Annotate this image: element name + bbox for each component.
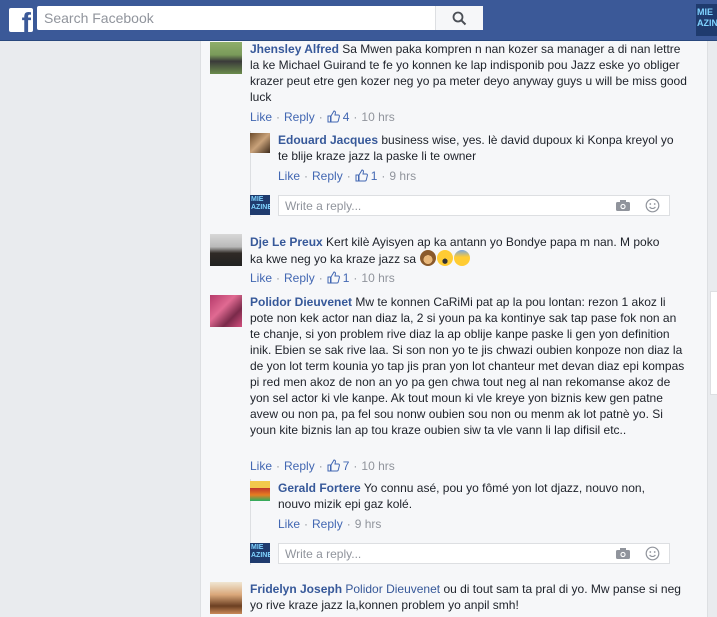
right-gutter [708, 41, 717, 617]
comment-body: Fridelyn Joseph Polidor Dieuvenet ou di … [250, 581, 690, 613]
comment-time[interactable]: 10 hrs [361, 110, 394, 124]
search-input[interactable] [37, 6, 437, 30]
reply-input[interactable] [279, 544, 605, 563]
screaming-face-emoji [437, 250, 454, 266]
reply-actions: Like · Reply · 1 · 9 hrs [278, 169, 417, 183]
reply-time[interactable]: 9 hrs [389, 169, 416, 183]
monkey-emoji [420, 250, 437, 266]
page-thumbnail-text: MIEAZINE [697, 7, 717, 28]
like-link[interactable]: Like [250, 271, 272, 285]
avatar[interactable] [210, 295, 242, 327]
reply-box-avatar: MIE AZINE [250, 543, 270, 563]
reply-input[interactable] [279, 196, 605, 215]
reply-link[interactable]: Reply [312, 517, 343, 531]
facebook-f-icon[interactable]: f [9, 8, 33, 32]
fearful-face-emoji [454, 250, 471, 266]
search-button[interactable] [435, 6, 483, 30]
comment-body: Jhensley Alfred Sa Mwen paka kompren n n… [250, 41, 690, 105]
top-navigation-bar: f MIEAZINE [0, 0, 717, 41]
reply-box [278, 195, 670, 216]
reply-author[interactable]: Gerald Fortere [278, 481, 361, 495]
comment-body: Dje Le Preux Kert kilè Ayisyen ap ka ant… [250, 234, 670, 267]
like-link[interactable]: Like [250, 110, 272, 124]
comment-body: Polidor Dieuvenet Mw te konnen CaRiMi pa… [250, 294, 688, 438]
comment-time[interactable]: 10 hrs [361, 271, 394, 285]
comment-text: Mw te konnen CaRiMi pat ap la pou lontan… [250, 295, 685, 437]
smiley-icon[interactable] [645, 198, 660, 213]
reply-box-avatar: MIE AZINE [250, 195, 270, 215]
like-link[interactable]: Like [278, 517, 300, 531]
reply-box-avatar-text: MIE AZINE [251, 196, 270, 211]
avatar[interactable] [250, 481, 270, 501]
comment: Fridelyn Joseph Polidor Dieuvenet ou di … [210, 580, 690, 617]
comment-actions: Like · Reply · 1 · 10 hrs [250, 271, 395, 285]
comment-actions: Like · Reply · 7 · 10 hrs [250, 459, 395, 473]
avatar[interactable] [210, 582, 242, 614]
reply-link[interactable]: Reply [284, 271, 315, 285]
reply-actions: Like · Reply · 9 hrs [278, 517, 382, 531]
search-icon [452, 11, 467, 26]
reply-body: Edouard Jacques business wise, yes. lè d… [278, 132, 678, 164]
reply-link[interactable]: Reply [312, 169, 343, 183]
side-card [710, 291, 717, 395]
avatar[interactable] [210, 234, 242, 266]
reply-box [278, 543, 670, 564]
like-link[interactable]: Like [278, 169, 300, 183]
reply-link[interactable]: Reply [284, 459, 315, 473]
comment: Dje Le Preux Kert kilè Ayisyen ap ka ant… [210, 233, 690, 289]
comment-actions: Like · Reply · 4 · 10 hrs [250, 110, 395, 124]
like-thumb-icon [327, 459, 340, 472]
camera-icon[interactable] [615, 547, 631, 560]
comment-mention[interactable]: Polidor Dieuvenet [345, 582, 440, 596]
reply-body: Gerald Fortere Yo connu asé, pou yo fômé… [278, 480, 678, 512]
like-thumb-icon [327, 271, 340, 284]
search-box [37, 6, 483, 30]
reply-link[interactable]: Reply [284, 110, 315, 124]
camera-icon[interactable] [615, 199, 631, 212]
reply-comment: Edouard Jacques business wise, yes. lè d… [250, 131, 680, 183]
comment-author[interactable]: Jhensley Alfred [250, 42, 339, 56]
page-thumbnail[interactable]: MIEAZINE [696, 4, 717, 36]
comment-time[interactable]: 10 hrs [361, 459, 394, 473]
comment-author[interactable]: Fridelyn Joseph [250, 582, 342, 596]
like-thumb-icon [355, 169, 368, 182]
avatar[interactable] [250, 133, 270, 153]
like-thumb-icon [327, 110, 340, 123]
reply-comment: Gerald Fortere Yo connu asé, pou yo fômé… [250, 479, 680, 531]
smiley-icon[interactable] [645, 546, 660, 561]
reply-author[interactable]: Edouard Jacques [278, 133, 378, 147]
avatar[interactable] [210, 42, 242, 74]
comment-author[interactable]: Dje Le Preux [250, 235, 323, 249]
comment: Polidor Dieuvenet Mw te konnen CaRiMi pa… [210, 294, 690, 474]
comment-author[interactable]: Polidor Dieuvenet [250, 295, 352, 309]
comment: Jhensley Alfred Sa Mwen paka kompren n n… [210, 41, 690, 131]
reply-time[interactable]: 9 hrs [355, 517, 382, 531]
like-link[interactable]: Like [250, 459, 272, 473]
reply-box-avatar-text: MIE AZINE [251, 544, 270, 559]
